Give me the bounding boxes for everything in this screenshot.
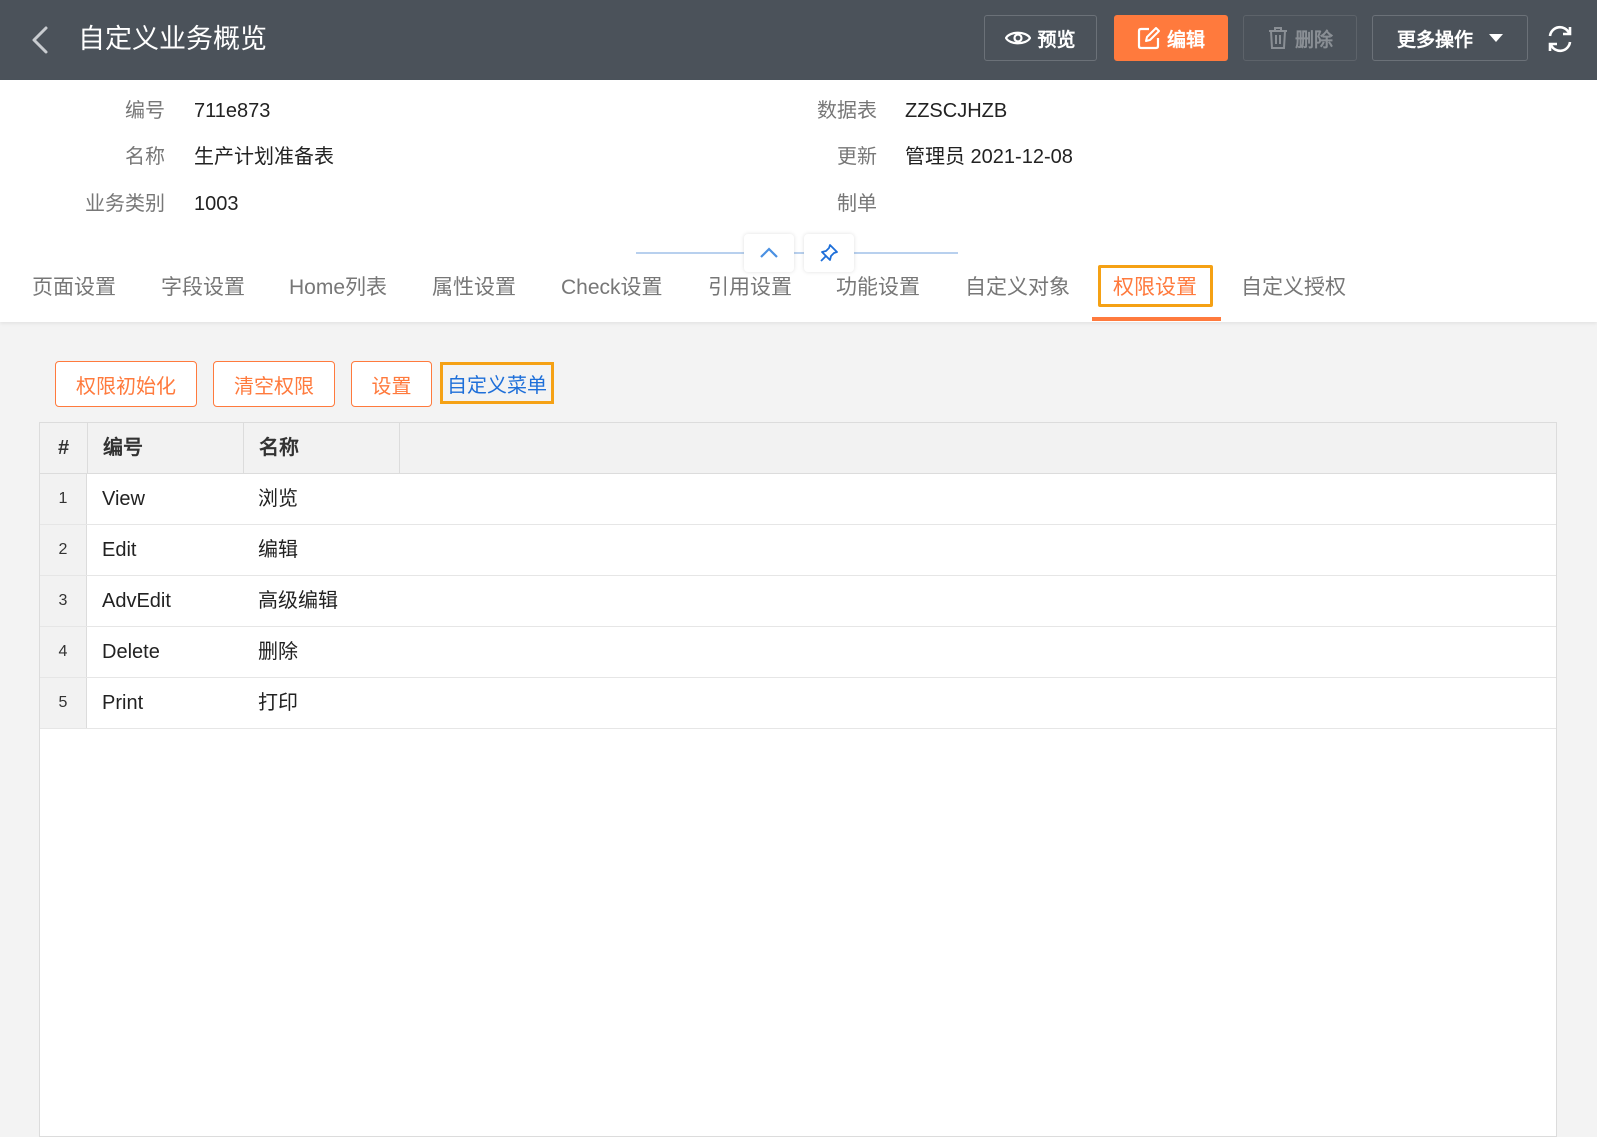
clear-permissions-button[interactable]: 清空权限 [213, 361, 335, 407]
tab-field-settings[interactable]: 字段设置 [161, 274, 245, 302]
edit-icon [1137, 26, 1161, 50]
row-name: 删除 [258, 641, 298, 663]
eye-icon [1005, 29, 1032, 47]
row-index: 3 [40, 576, 87, 626]
page-title: 自定义业务概览 [78, 24, 267, 54]
row-index: 2 [40, 525, 87, 575]
row-code: Print [102, 692, 144, 714]
top-bar: 自定义业务概览 预览 编辑 删除 更多操作 [0, 0, 1597, 80]
name-value: 生产计划准备表 [194, 146, 334, 168]
col-index-header: # [40, 423, 88, 474]
updated-value: 管理员 2021-12-08 [905, 146, 1073, 168]
more-actions-button[interactable]: 更多操作 [1372, 15, 1528, 61]
delete-button-label: 删除 [1294, 29, 1333, 51]
tab-custom-authorization[interactable]: 自定义授权 [1241, 274, 1346, 302]
row-code: AdvEdit [102, 590, 171, 612]
row-code: View [102, 488, 145, 510]
init-permissions-button[interactable]: 权限初始化 [55, 361, 197, 407]
tab-permission-settings[interactable]: 权限设置 [1113, 274, 1197, 302]
row-name: 编辑 [258, 539, 298, 561]
tab-custom-object[interactable]: 自定义对象 [965, 274, 1070, 302]
row-code: Delete [102, 641, 160, 663]
collapse-divider [636, 252, 958, 254]
preview-button[interactable]: 预览 [984, 15, 1097, 61]
tab-home-list[interactable]: Home列表 [289, 274, 387, 302]
row-index: 4 [40, 627, 87, 677]
name-label: 名称 [125, 146, 165, 168]
row-index: 1 [40, 474, 87, 524]
table-row[interactable]: 4 Delete 删除 [40, 627, 1556, 678]
col-name-header: 名称 [244, 423, 400, 474]
refresh-icon[interactable] [1545, 24, 1575, 54]
settings-button[interactable]: 设置 [351, 361, 432, 407]
tab-function-settings[interactable]: 功能设置 [836, 274, 920, 302]
tab-check-settings[interactable]: Check设置 [561, 274, 663, 302]
code-value: 711e873 [194, 100, 271, 122]
category-value: 1003 [194, 193, 239, 215]
table-header: # 编号 名称 [40, 423, 1556, 474]
preview-button-label: 预览 [1037, 29, 1076, 51]
trash-icon [1267, 26, 1289, 50]
data-table-value: ZZSCJHZB [905, 100, 1008, 122]
edit-button[interactable]: 编辑 [1114, 15, 1228, 61]
tab-reference-settings[interactable]: 引用设置 [708, 274, 792, 302]
more-actions-label: 更多操作 [1396, 29, 1473, 51]
row-code: Edit [102, 539, 137, 561]
col-code-header: 编号 [88, 423, 244, 474]
table-row[interactable]: 2 Edit 编辑 [40, 525, 1556, 576]
row-name: 高级编辑 [258, 590, 338, 612]
permissions-table: # 编号 名称 1 View 浏览 2 Edit 编辑 3 AdvEdit 高级… [39, 422, 1557, 1137]
active-tab-underline [1092, 317, 1221, 321]
category-label: 业务类别 [85, 193, 165, 215]
code-label: 编号 [125, 100, 165, 122]
row-index: 5 [40, 678, 87, 728]
edit-button-label: 编辑 [1166, 29, 1205, 51]
creator-label: 制单 [837, 193, 877, 215]
updated-label: 更新 [837, 146, 877, 168]
custom-menu-link[interactable]: 自定义菜单 [440, 362, 554, 404]
tab-page-settings[interactable]: 页面设置 [32, 274, 116, 302]
table-row[interactable]: 3 AdvEdit 高级编辑 [40, 576, 1556, 627]
delete-button[interactable]: 删除 [1243, 15, 1357, 61]
caret-down-icon [1489, 33, 1503, 43]
data-table-label: 数据表 [817, 100, 877, 122]
table-row[interactable]: 1 View 浏览 [40, 474, 1556, 525]
tab-bar: 页面设置 字段设置 Home列表 属性设置 Check设置 引用设置 功能设置 … [0, 262, 1597, 322]
row-name: 浏览 [258, 488, 298, 510]
back-icon[interactable] [28, 24, 54, 56]
row-name: 打印 [258, 692, 298, 714]
table-row[interactable]: 5 Print 打印 [40, 678, 1556, 729]
tab-attribute-settings[interactable]: 属性设置 [432, 274, 516, 302]
